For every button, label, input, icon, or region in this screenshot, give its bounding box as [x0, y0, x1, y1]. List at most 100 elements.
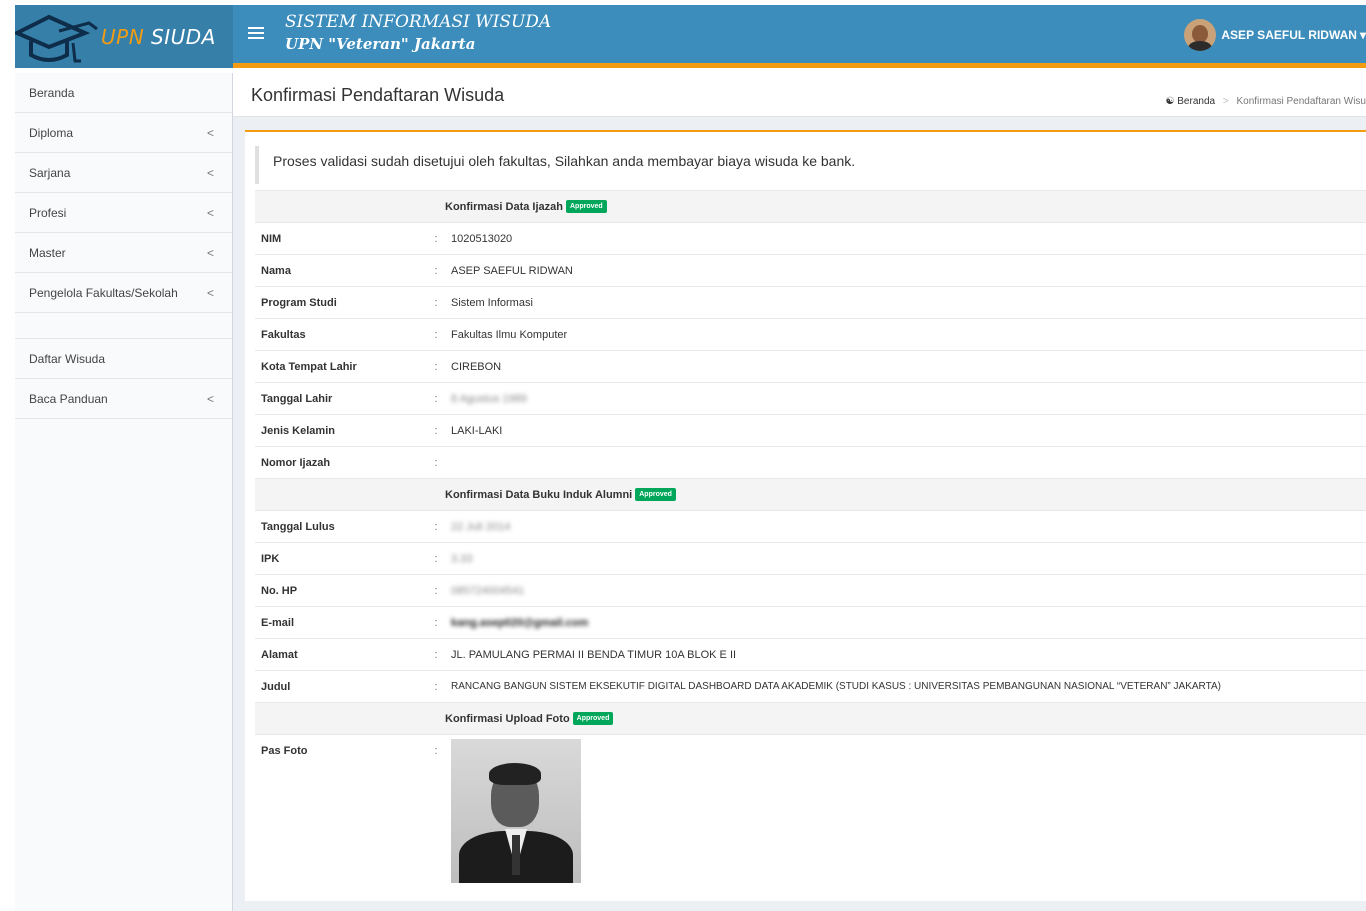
field-value-ipk: 3.33	[451, 552, 473, 565]
status-badge: Approved	[572, 712, 614, 725]
field-colon: :	[434, 360, 438, 373]
section-title: Konfirmasi Data Buku Induk Alumni	[445, 488, 633, 501]
sidebar-item-sarjana[interactable]: Sarjana <	[15, 153, 232, 193]
field-label: Kota Tempat Lahir	[261, 360, 357, 373]
chevron-left-icon: <	[206, 126, 214, 140]
field-label: E-mail	[261, 616, 295, 629]
sidebar-item-baca-panduan[interactable]: Baca Panduan <	[15, 379, 232, 419]
field-label: Tanggal Lulus	[261, 520, 335, 533]
field-label: Pas Foto	[261, 745, 308, 757]
logo[interactable]: UPN SIUDA	[12, 5, 233, 68]
field-label: IPK	[261, 552, 280, 565]
table-row: Judul: RANCANG BANGUN SISTEM EKSEKUTIF DI…	[255, 670, 1366, 702]
table-row: Nama: ASEP SAEFUL RIDWAN	[255, 254, 1366, 286]
field-label: NIM	[261, 232, 282, 245]
table-row: Fakultas: Fakultas Ilmu Komputer	[255, 318, 1366, 350]
table-row: NIM:1020513020	[255, 222, 1366, 254]
breadcrumb-current: Konfirmasi Pendaftaran Wisu	[1236, 96, 1366, 107]
field-value-kota: CIREBON	[451, 360, 502, 373]
sidebar-item-label: Sarjana	[29, 166, 71, 180]
sidebar-item-diploma[interactable]: Diploma <	[15, 113, 232, 153]
sidebar-item-profesi[interactable]: Profesi <	[15, 193, 232, 233]
field-value-judul: RANCANG BANGUN SISTEM EKSEKUTIF DIGITAL …	[451, 681, 1221, 692]
field-colon: :	[434, 745, 438, 757]
field-colon: :	[434, 648, 438, 661]
sidebar-item-daftar-wisuda[interactable]: Daftar Wisuda	[15, 339, 232, 379]
field-label: No. HP	[261, 584, 298, 597]
field-colon: :	[434, 616, 438, 629]
field-label: Nama	[261, 264, 291, 277]
field-colon: :	[434, 456, 438, 469]
field-value-tanggal-lulus: 22 Juli 2014	[451, 520, 511, 533]
field-colon: :	[434, 424, 438, 437]
breadcrumb-separator: >	[1222, 96, 1229, 107]
sidebar-toggle-icon[interactable]	[248, 27, 264, 41]
field-colon: :	[434, 392, 438, 405]
avatar	[1184, 19, 1217, 51]
chevron-left-icon: <	[206, 392, 214, 406]
field-value-nim: 1020513020	[451, 232, 513, 245]
sidebar-item-label: Baca Panduan	[29, 392, 108, 406]
section-title: Konfirmasi Data Ijazah	[445, 200, 563, 213]
table-row: Pas Foto :	[255, 734, 1366, 884]
field-value-alamat: JL. PAMULANG PERMAI II BENDA TIMUR 10A B…	[451, 648, 737, 661]
user-name: ASEP SAEFUL RIDWAN	[1221, 28, 1357, 42]
sidebar-item-master[interactable]: Master <	[15, 233, 232, 273]
field-value-email: kang.asep020@gmail.com	[451, 616, 589, 629]
section-header-ijazah: Konfirmasi Data Ijazah Approved	[255, 190, 1366, 222]
field-label: Tanggal Lahir	[261, 392, 333, 405]
table-row: Jenis Kelamin: LAKI-LAKI	[255, 414, 1366, 446]
table-row: E-mail: kang.asep020@gmail.com	[255, 606, 1366, 638]
field-value-fakultas: Fakultas Ilmu Komputer	[451, 328, 568, 341]
user-menu[interactable]: ASEP SAEFUL RIDWAN ▾	[1184, 19, 1366, 51]
field-label: Program Studi	[261, 296, 337, 309]
field-colon: :	[434, 296, 438, 309]
chevron-left-icon: <	[206, 206, 214, 220]
sidebar-item-label: Diploma	[29, 126, 74, 140]
field-colon: :	[434, 328, 438, 341]
table-row: Alamat: JL. PAMULANG PERMAI II BENDA TIMU…	[255, 638, 1366, 670]
field-value-nama: ASEP SAEFUL RIDWAN	[451, 264, 573, 277]
sidebar-item-label: Master	[29, 246, 66, 260]
field-value-no-hp: 085724004541	[451, 584, 525, 597]
info-callout: Proses validasi sudah disetujui oleh fak…	[255, 146, 1355, 184]
field-colon: :	[434, 552, 438, 565]
sidebar-item-beranda[interactable]: Beranda	[15, 73, 232, 113]
brand-title: SISTEM INFORMASI WISUDA	[285, 12, 552, 32]
section-title: Konfirmasi Upload Foto	[445, 712, 570, 725]
status-badge: Approved	[635, 488, 676, 501]
table-row: No. HP:085724004541	[255, 574, 1366, 606]
chevron-left-icon: <	[206, 166, 214, 180]
sidebar-item-label: Daftar Wisuda	[29, 352, 106, 366]
pas-foto-image	[451, 739, 581, 883]
top-header: UPN SIUDA SISTEM INFORMASI WISUDA UPN "V…	[0, 0, 1366, 68]
page-title: Konfirmasi Pendaftaran Wisuda	[251, 85, 505, 105]
sidebar: Beranda Diploma < Sarjana < Profesi < Maste…	[15, 73, 233, 911]
field-label: Nomor Ijazah	[261, 456, 331, 469]
field-colon: :	[434, 264, 438, 277]
section-header-foto: Konfirmasi Upload Foto Approved	[255, 702, 1366, 734]
table-row: Program Studi: Sistem Informasi	[255, 286, 1366, 318]
section-header-alumni: Konfirmasi Data Buku Induk Alumni Approve…	[255, 478, 1366, 510]
sidebar-item-label: Beranda	[29, 86, 75, 100]
table-row: Nomor Ijazah:	[255, 446, 1366, 478]
field-value-prodi: Sistem Informasi	[451, 296, 533, 309]
field-colon: :	[434, 584, 438, 597]
confirmation-box: Proses validasi sudah disetujui oleh fak…	[245, 130, 1366, 901]
sidebar-item-pengelola[interactable]: Pengelola Fakultas/Sekolah <	[15, 273, 232, 313]
field-colon: :	[434, 232, 438, 245]
field-value-tanggal-lahir: 8 Agustus 1989	[451, 392, 527, 405]
navbar: SISTEM INFORMASI WISUDA UPN "Veteran" Ja…	[233, 5, 1366, 68]
graduation-cap-icon	[12, 5, 115, 68]
caret-down-icon: ▾	[1359, 28, 1366, 42]
dashboard-icon: ☯	[1165, 96, 1175, 107]
chevron-left-icon: <	[206, 286, 214, 300]
breadcrumb-home[interactable]: Beranda	[1177, 96, 1215, 107]
field-colon: :	[434, 520, 438, 533]
sidebar-item-label: Profesi	[29, 206, 67, 220]
table-row: Tanggal Lulus:22 Juli 2014	[255, 510, 1366, 542]
confirmation-table: Konfirmasi Data Ijazah Approved NIM:10205…	[255, 190, 1366, 884]
main-content: Konfirmasi Pendaftaran Wisuda ☯ Beranda …	[233, 73, 1366, 911]
app-brand: SISTEM INFORMASI WISUDA UPN "Veteran" Ja…	[285, 11, 551, 55]
brand-subtitle: UPN "Veteran" Jakarta	[285, 35, 476, 53]
